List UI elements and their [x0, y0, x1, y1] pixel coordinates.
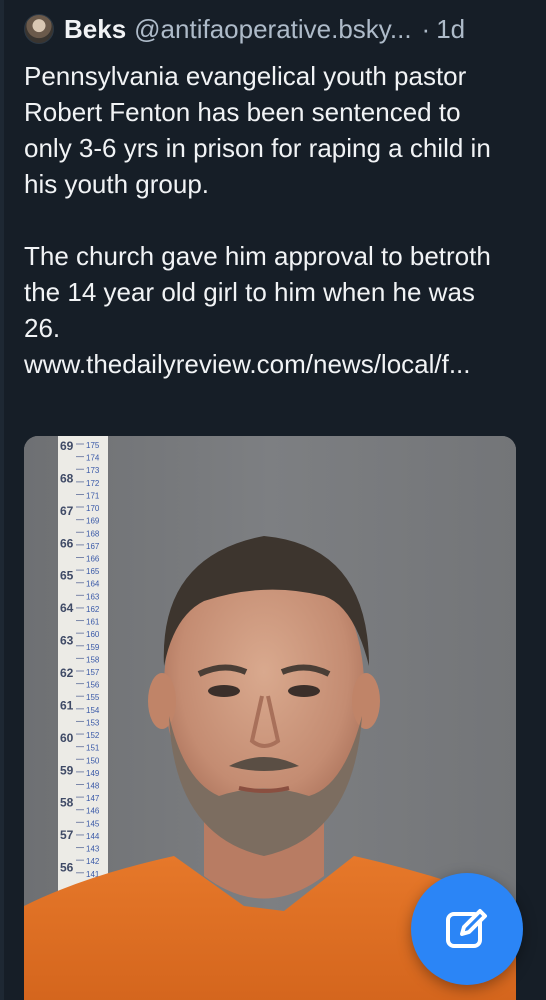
- ruler-cm-label: 161: [86, 618, 100, 627]
- ruler-cm-label: 148: [86, 782, 100, 791]
- ruler-cm-label: 158: [86, 655, 100, 664]
- ruler-cm-label: 170: [86, 504, 100, 513]
- ruler-cm-label: 155: [86, 693, 100, 702]
- left-rail-divider: [0, 0, 4, 1000]
- ruler-inch-label: 60: [60, 731, 74, 745]
- ruler-cm-label: 175: [86, 441, 100, 450]
- ruler-inch-label: 58: [60, 796, 74, 810]
- right-eye: [288, 685, 320, 697]
- ruler-cm-label: 173: [86, 466, 100, 475]
- ruler-cm-label: 145: [86, 819, 100, 828]
- left-ear: [148, 673, 176, 729]
- ruler-cm-label: 157: [86, 668, 100, 677]
- post-link[interactable]: www.thedailyreview.com/news/local/f...: [24, 346, 494, 382]
- ruler-inch-label: 67: [60, 504, 74, 518]
- compose-button[interactable]: [411, 873, 523, 985]
- ruler-cm-label: 172: [86, 479, 100, 488]
- ruler-cm-label: 159: [86, 643, 100, 652]
- ruler-inch-label: 56: [60, 861, 74, 875]
- ruler-cm-label: 143: [86, 845, 100, 854]
- ruler-cm-label: 168: [86, 529, 100, 538]
- ruler-cm-label: 152: [86, 731, 100, 740]
- ruler-inch-label: 59: [60, 763, 74, 777]
- ruler-cm-label: 163: [86, 592, 100, 601]
- ruler-inch-label: 63: [60, 634, 74, 648]
- ruler-inch-label: 69: [60, 439, 74, 453]
- ruler-cm-label: 149: [86, 769, 100, 778]
- ruler-inch-label: 62: [60, 666, 74, 680]
- post-paragraph-1: Pennsylvania evangelical youth pastor Ro…: [24, 61, 491, 199]
- post-body: Pennsylvania evangelical youth pastor Ro…: [24, 58, 494, 382]
- ruler-inch-label: 66: [60, 536, 74, 550]
- ruler-cm-label: 144: [86, 832, 100, 841]
- ruler-cm-label: 147: [86, 794, 100, 803]
- ruler-cm-label: 166: [86, 555, 100, 564]
- ruler-cm-label: 165: [86, 567, 100, 576]
- ruler-inch-label: 57: [60, 828, 74, 842]
- ruler-inch-label: 64: [60, 601, 74, 615]
- ruler-cm-label: 146: [86, 807, 100, 816]
- left-eye: [208, 685, 240, 697]
- post-timestamp[interactable]: 1d: [436, 14, 465, 45]
- author-display-name[interactable]: Beks: [64, 14, 126, 45]
- ruler-cm-label: 174: [86, 454, 100, 463]
- ruler-cm-label: 151: [86, 744, 100, 753]
- ruler-cm-label: 153: [86, 718, 100, 727]
- ruler-cm-label: 167: [86, 542, 100, 551]
- ruler-cm-label: 162: [86, 605, 100, 614]
- compose-icon: [446, 909, 487, 948]
- ruler-inch-label: 65: [60, 569, 74, 583]
- ruler-inch-label: 68: [60, 471, 74, 485]
- ruler-cm-label: 150: [86, 756, 100, 765]
- right-ear: [352, 673, 380, 729]
- ruler-cm-label: 171: [86, 491, 100, 500]
- author-avatar[interactable]: [24, 14, 54, 44]
- ruler-inch-label: 61: [60, 698, 74, 712]
- post-paragraph-2: The church gave him approval to betroth …: [24, 241, 491, 343]
- ruler-cm-label: 164: [86, 580, 100, 589]
- ruler-cm-label: 160: [86, 630, 100, 639]
- post-header: Beks @antifaoperative.bsky... · 1d: [24, 0, 516, 58]
- author-handle[interactable]: @antifaoperative.bsky...: [134, 14, 411, 45]
- ruler-cm-label: 154: [86, 706, 100, 715]
- ruler-cm-label: 156: [86, 681, 100, 690]
- ruler-cm-label: 142: [86, 857, 100, 866]
- post-view: Beks @antifaoperative.bsky... · 1d Penns…: [0, 0, 546, 1000]
- header-separator: ·: [421, 13, 431, 44]
- ruler-cm-label: 169: [86, 517, 100, 526]
